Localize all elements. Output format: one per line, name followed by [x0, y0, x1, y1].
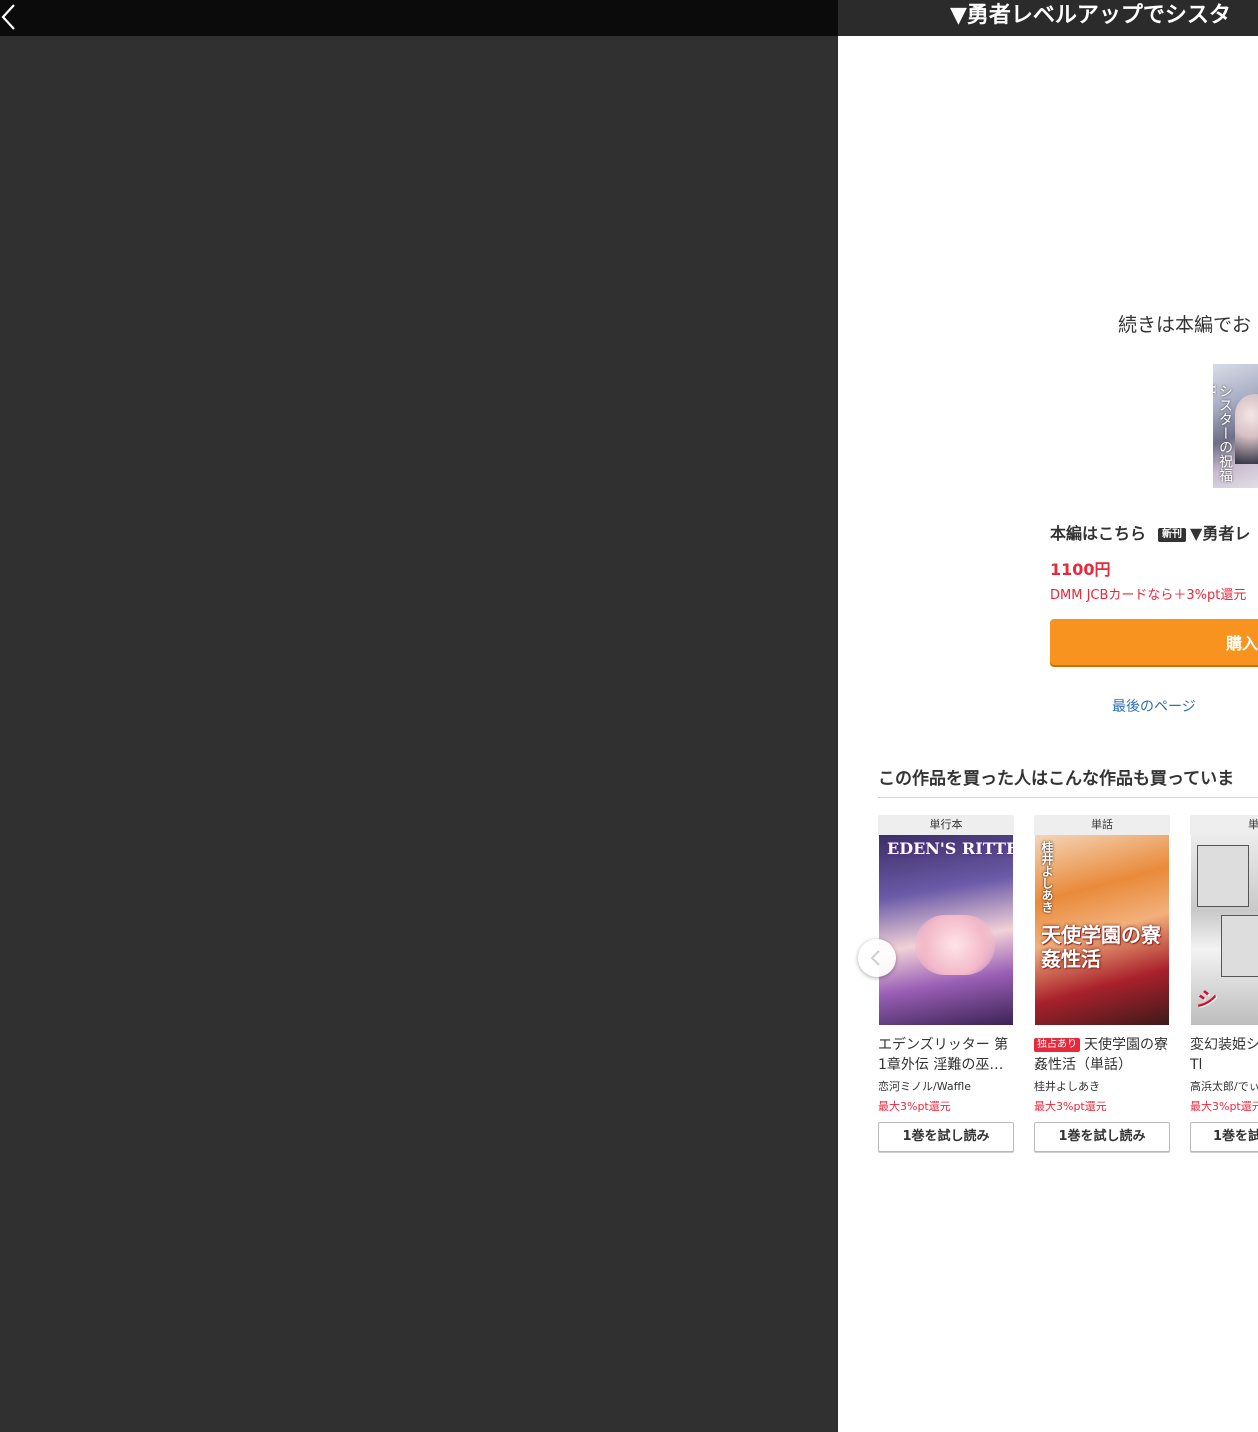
item-title[interactable]: 独占あり 天使学園の寮姦性活（単話） [1034, 1035, 1170, 1075]
main-book-title[interactable]: ▼勇者レ [1190, 524, 1250, 543]
item-type-label: 単行本 [878, 815, 1014, 835]
new-badge: 新刊 [1158, 528, 1187, 542]
chevron-left-icon [870, 950, 880, 966]
cover-panel [1197, 845, 1249, 907]
reader-title-bar: ▼勇者レベルアップでシスタ [838, 0, 1258, 36]
item-reward: 最大3%pt還元 [878, 1100, 951, 1113]
cover-title-text: シスターの祝福 II [1213, 384, 1233, 482]
item-cover[interactable]: EDEN'S RITTER [879, 835, 1013, 1025]
main-book-price: 1100円 [1050, 560, 1111, 579]
main-book-row: 本編はこちら 新刊 ▼勇者レ [1050, 522, 1250, 546]
main-book-label: 本編はこちら [1050, 524, 1147, 543]
cover-illustration [915, 915, 995, 975]
cover-logo-mark: シ [1195, 987, 1215, 1011]
recommendation-card[interactable]: 単行本 EDEN'S RITTER エデンズリッター 第1章外伝 淫難の巫… 恋… [878, 815, 1014, 1152]
item-author[interactable]: 高浜太郎/でぃ [1190, 1077, 1258, 1097]
item-cover[interactable]: 桂井よしあき 天使学園の寮姦性活 [1035, 835, 1169, 1025]
cover-title: 天使学園の寮姦性活 [1041, 923, 1161, 971]
main-book-cover[interactable]: シスターの祝福 II [1213, 364, 1258, 488]
book-title: ▼勇者レベルアップでシスタ [950, 3, 1231, 28]
buy-button-label: 購入 [1226, 634, 1258, 653]
item-type-label: 単話 [1034, 815, 1170, 835]
item-author[interactable]: 恋河ミノル/Waffle [878, 1077, 1014, 1097]
item-cover[interactable]: シ [1191, 835, 1258, 1025]
item-reward: 最大3%pt還元 [1034, 1100, 1107, 1113]
item-type-label: 単 [1190, 815, 1258, 835]
continue-message: 続きは本編でお [1118, 314, 1252, 336]
reader-empty-page [0, 36, 838, 1432]
back-button[interactable] [0, 0, 24, 32]
jcb-reward-note: DMM JCBカードなら＋3%pt還元 [1050, 588, 1247, 603]
item-title[interactable]: 変幻装姫シラージュ Tl [1190, 1035, 1258, 1075]
recommendation-card[interactable]: 単 シ 変幻装姫シラージュ Tl 高浜太郎/でぃ 最大3%pt還元 1巻を試 [1190, 815, 1258, 1152]
recommendation-card[interactable]: 単話 桂井よしあき 天使学園の寮姦性活 独占あり 天使学園の寮姦性活（単話） 桂井… [1034, 815, 1170, 1152]
buy-button[interactable]: 購入 [1050, 619, 1258, 665]
last-page-link[interactable]: 最後のページ [1112, 696, 1196, 716]
item-reward: 最大3%pt還元 [1190, 1100, 1258, 1113]
cover-panel [1221, 915, 1258, 977]
item-author[interactable]: 桂井よしあき [1034, 1077, 1170, 1097]
exclusive-badge: 独占あり [1034, 1038, 1080, 1052]
cover-author: 桂井よしあき [1040, 841, 1054, 913]
cover-illustration [1235, 394, 1258, 464]
left-toolbar [0, 0, 838, 36]
chevron-left-icon [1, 4, 15, 30]
trial-read-button[interactable]: 1巻を試し読み [1034, 1122, 1170, 1152]
recommendations-heading: この作品を買った人はこんな作品も買っていま [878, 769, 1235, 789]
carousel-prev-button[interactable] [858, 939, 896, 977]
end-page: ▼勇者レベルアップでシスタ 続きは本編でお シスターの祝福 II 本編はこちら新… [838, 0, 1258, 1432]
viewer-window: ▼勇者レベルアップでシスタ 続きは本編でお シスターの祝福 II 本編はこちら新… [0, 0, 1258, 1432]
trial-read-button[interactable]: 1巻を試し読み [878, 1122, 1014, 1152]
trial-read-button[interactable]: 1巻を試 [1190, 1122, 1258, 1152]
item-title[interactable]: エデンズリッター 第1章外伝 淫難の巫… [878, 1035, 1014, 1075]
divider [878, 797, 1258, 798]
cover-logo: EDEN'S RITTER [887, 839, 1013, 858]
